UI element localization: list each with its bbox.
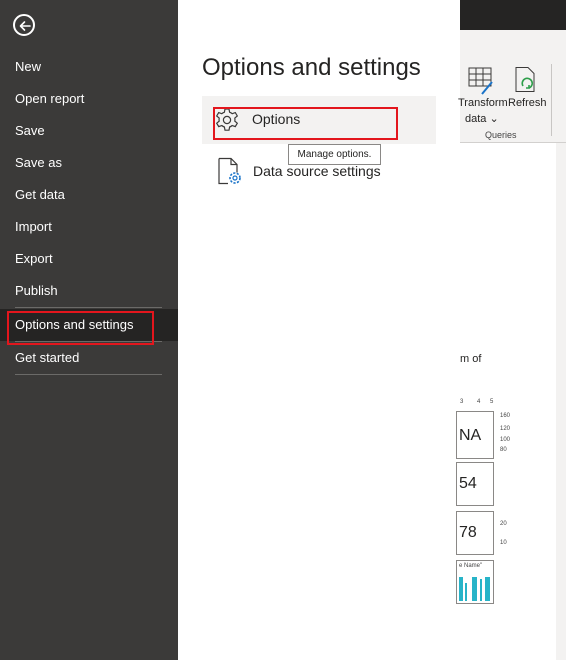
card-visual[interactable]: NA [456, 411, 494, 459]
ribbon: Transform data ⌄ Refresh Queries [458, 30, 566, 143]
axis-tick-label: 10 [500, 540, 507, 546]
chart-bar [459, 577, 463, 601]
sidebar-divider [15, 307, 162, 308]
card-visual[interactable]: 54 [456, 462, 494, 506]
sidebar-item-export[interactable]: Export [0, 243, 178, 275]
refresh-icon[interactable] [514, 66, 538, 96]
sidebar-item-import[interactable]: Import [0, 211, 178, 243]
tooltip: Manage options. [288, 144, 381, 165]
sidebar-item-get-started[interactable]: Get started [0, 342, 178, 374]
refresh-label[interactable]: Refresh [508, 97, 547, 109]
card-visual[interactable]: 78 [456, 511, 494, 555]
back-arrow-icon[interactable] [13, 14, 35, 36]
transform-data-label[interactable]: Transform [458, 97, 508, 109]
chart-title: e Name" [459, 563, 483, 569]
sidebar-divider [15, 374, 162, 375]
chart-bar [472, 577, 477, 601]
axis-tick-label: 120 [500, 426, 511, 432]
card-value: 54 [459, 475, 477, 492]
transform-data-sublabel[interactable]: data ⌄ [465, 112, 499, 125]
axis-tick-label: 4 [477, 399, 481, 405]
sidebar-item-open-report[interactable]: Open report [0, 83, 178, 115]
visual-text-fragment: m of [460, 353, 482, 365]
sidebar-item-get-data[interactable]: Get data [0, 179, 178, 211]
card-value: 78 [459, 524, 477, 541]
title-bar [460, 0, 566, 30]
axis-tick-label: 100 [500, 437, 511, 443]
transform-data-icon[interactable] [468, 66, 494, 96]
sidebar-item-publish[interactable]: Publish [0, 275, 178, 307]
bar-chart-visual[interactable]: e Name" [456, 560, 494, 604]
sidebar-item-new[interactable]: New [0, 51, 178, 83]
data-source-settings-icon [218, 157, 241, 185]
axis-tick-label: 5 [490, 399, 494, 405]
page-title: Options and settings [202, 54, 421, 81]
sidebar-item-save-as[interactable]: Save as [0, 147, 178, 179]
card-value: NA [459, 427, 482, 444]
chart-bar [465, 583, 467, 601]
axis-tick-label: 3 [460, 399, 464, 405]
options-settings-panel: Options and settings Options Data source… [178, 0, 460, 660]
data-source-settings-label: Data source settings [253, 163, 381, 179]
background-app-window: Transform data ⌄ Refresh Queries m of 3 … [456, 0, 566, 660]
annotation-highlight-box [213, 107, 398, 140]
report-page: m of 3 4 5 NA 160 120 100 80 54 78 20 10… [456, 143, 556, 660]
ribbon-divider [551, 64, 552, 136]
report-canvas: m of 3 4 5 NA 160 120 100 80 54 78 20 10… [456, 143, 566, 660]
sidebar-item-save[interactable]: Save [0, 115, 178, 147]
axis-tick-label: 20 [500, 521, 507, 527]
axis-tick-label: 160 [500, 413, 511, 419]
axis-tick-label: 80 [500, 447, 507, 453]
annotation-highlight-box [7, 311, 154, 345]
chart-bar [485, 577, 490, 601]
queries-group-label: Queries [485, 130, 517, 140]
chart-bar [480, 579, 482, 601]
